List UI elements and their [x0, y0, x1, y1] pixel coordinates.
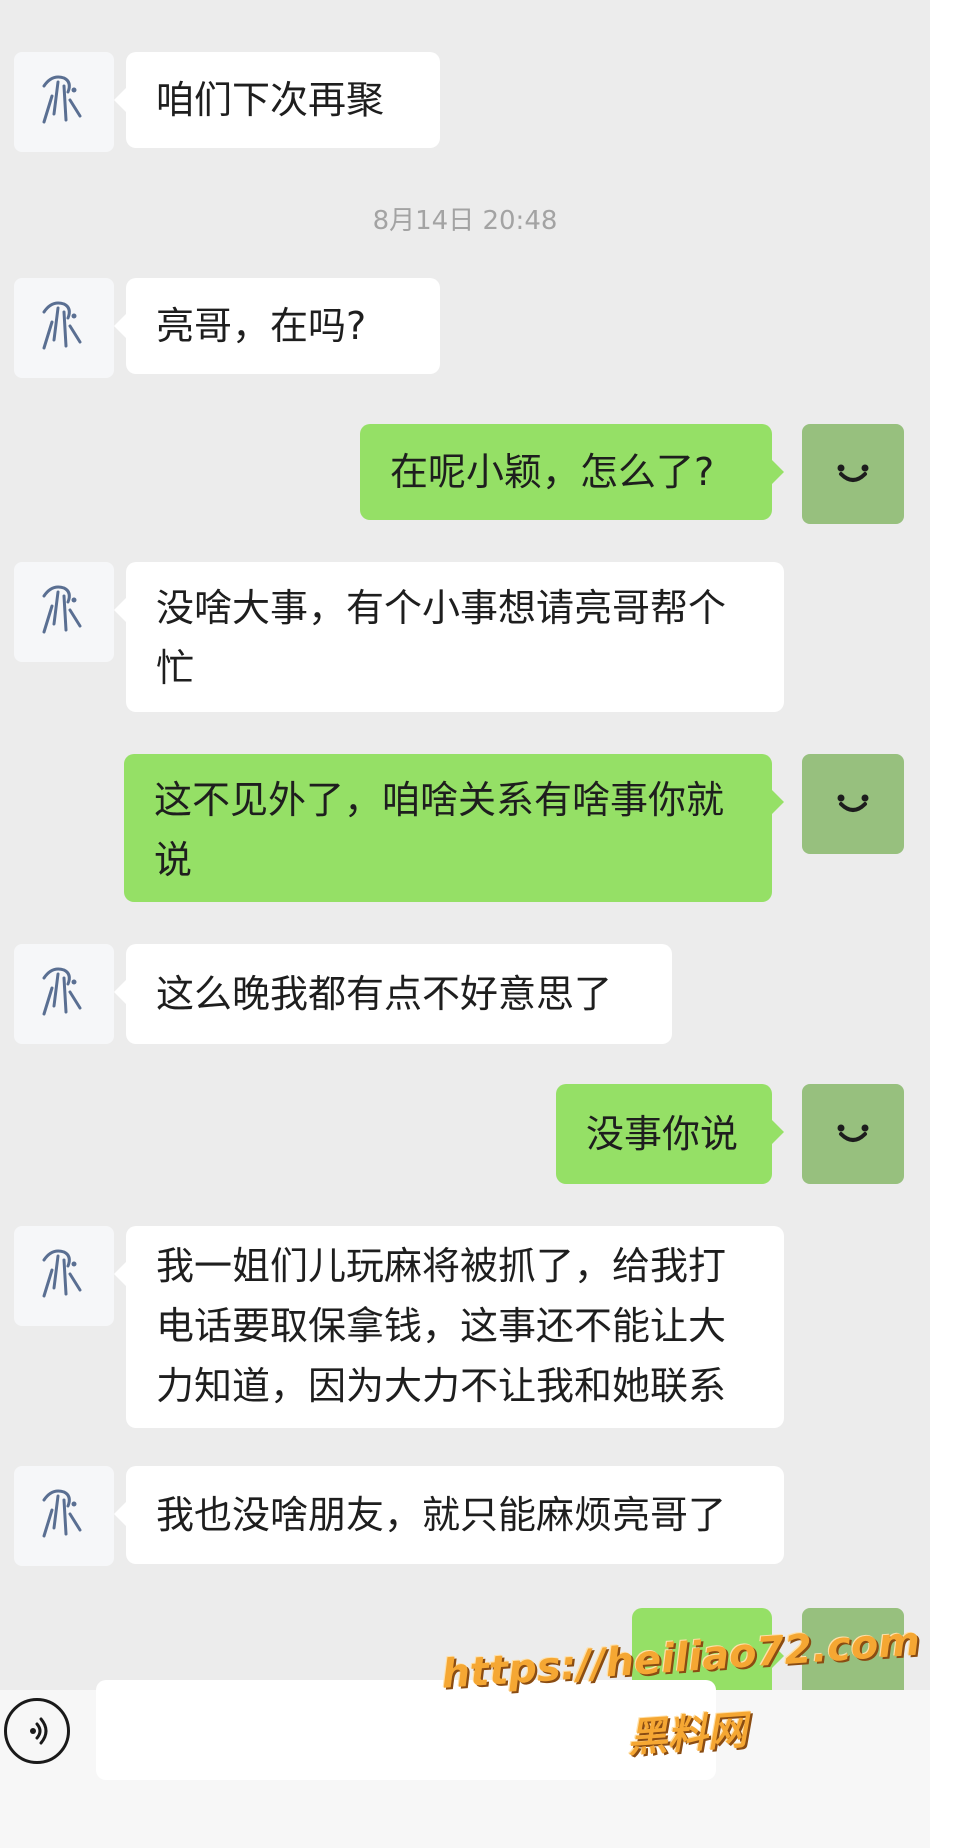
voice-icon	[30, 1717, 48, 1745]
scrollbar-track[interactable]	[930, 0, 960, 1848]
message-text: 亮哥，在吗?	[156, 304, 367, 348]
message-bubble-friend[interactable]: 我也没啥朋友，就只能麻烦亮哥了	[114, 1466, 784, 1564]
voice-button[interactable]	[4, 1698, 70, 1764]
message-bubble-friend[interactable]: 咱们下次再聚	[114, 52, 440, 148]
timestamp: 8月14日 20:48	[372, 206, 558, 236]
smile-icon	[837, 794, 869, 812]
message-text-line: 力知道，因为大力不让我和她联系	[156, 1364, 727, 1408]
my-avatar[interactable]	[802, 1084, 904, 1184]
smile-icon	[837, 1124, 869, 1142]
message-text-line: 这不见外了，咱啥关系有啥事你就	[154, 778, 725, 822]
message-bubble-friend[interactable]: 我一姐们儿玩麻将被抓了，给我打 电话要取保拿钱，这事还不能让大 力知道，因为大力…	[114, 1226, 784, 1428]
chat-area[interactable]: 咱们下次再聚 8月14日 20:48 亮哥，在吗? 在呢小颖，怎么了? 没啥大事…	[0, 0, 930, 1690]
message-text: 我也没啥朋友，就只能麻烦亮哥了	[156, 1493, 727, 1537]
friend-avatar[interactable]	[14, 944, 114, 1044]
message-bubble-friend[interactable]: 这么晚我都有点不好意思了	[114, 944, 672, 1044]
smile-icon	[837, 464, 869, 482]
message-text-line: 说	[154, 838, 193, 882]
message-text: 咱们下次再聚	[156, 78, 385, 122]
message-text: 这么晚我都有点不好意思了	[156, 972, 613, 1016]
friend-avatar[interactable]	[14, 562, 114, 662]
message-text-line: 电话要取保拿钱，这事还不能让大	[156, 1304, 727, 1348]
message-text: 没事你说	[586, 1112, 739, 1156]
message-text-line: 忙	[156, 646, 195, 690]
message-bubble-friend[interactable]: 亮哥，在吗?	[114, 278, 440, 374]
my-avatar[interactable]	[802, 424, 904, 524]
message-bubble-me[interactable]: 这不见外了，咱啥关系有啥事你就 说	[124, 754, 784, 902]
watermark-site-name: 黑料网	[625, 1707, 749, 1762]
message-input[interactable]	[96, 1680, 716, 1780]
friend-avatar[interactable]	[14, 1466, 114, 1566]
message-text: 在呢小颖，怎么了?	[390, 450, 715, 494]
my-avatar[interactable]	[802, 754, 904, 854]
message-bubble-me[interactable]: 没事你说	[556, 1084, 784, 1184]
message-text-line: 我一姐们儿玩麻将被抓了，给我打	[156, 1244, 727, 1288]
friend-avatar[interactable]	[14, 1226, 114, 1326]
message-text-line: 没啥大事，有个小事想请亮哥帮个	[156, 586, 727, 630]
friend-avatar[interactable]	[14, 278, 114, 378]
friend-avatar[interactable]	[14, 52, 114, 152]
message-bubble-me[interactable]: 在呢小颖，怎么了?	[360, 424, 784, 520]
message-bubble-friend[interactable]: 没啥大事，有个小事想请亮哥帮个 忙	[114, 562, 784, 712]
